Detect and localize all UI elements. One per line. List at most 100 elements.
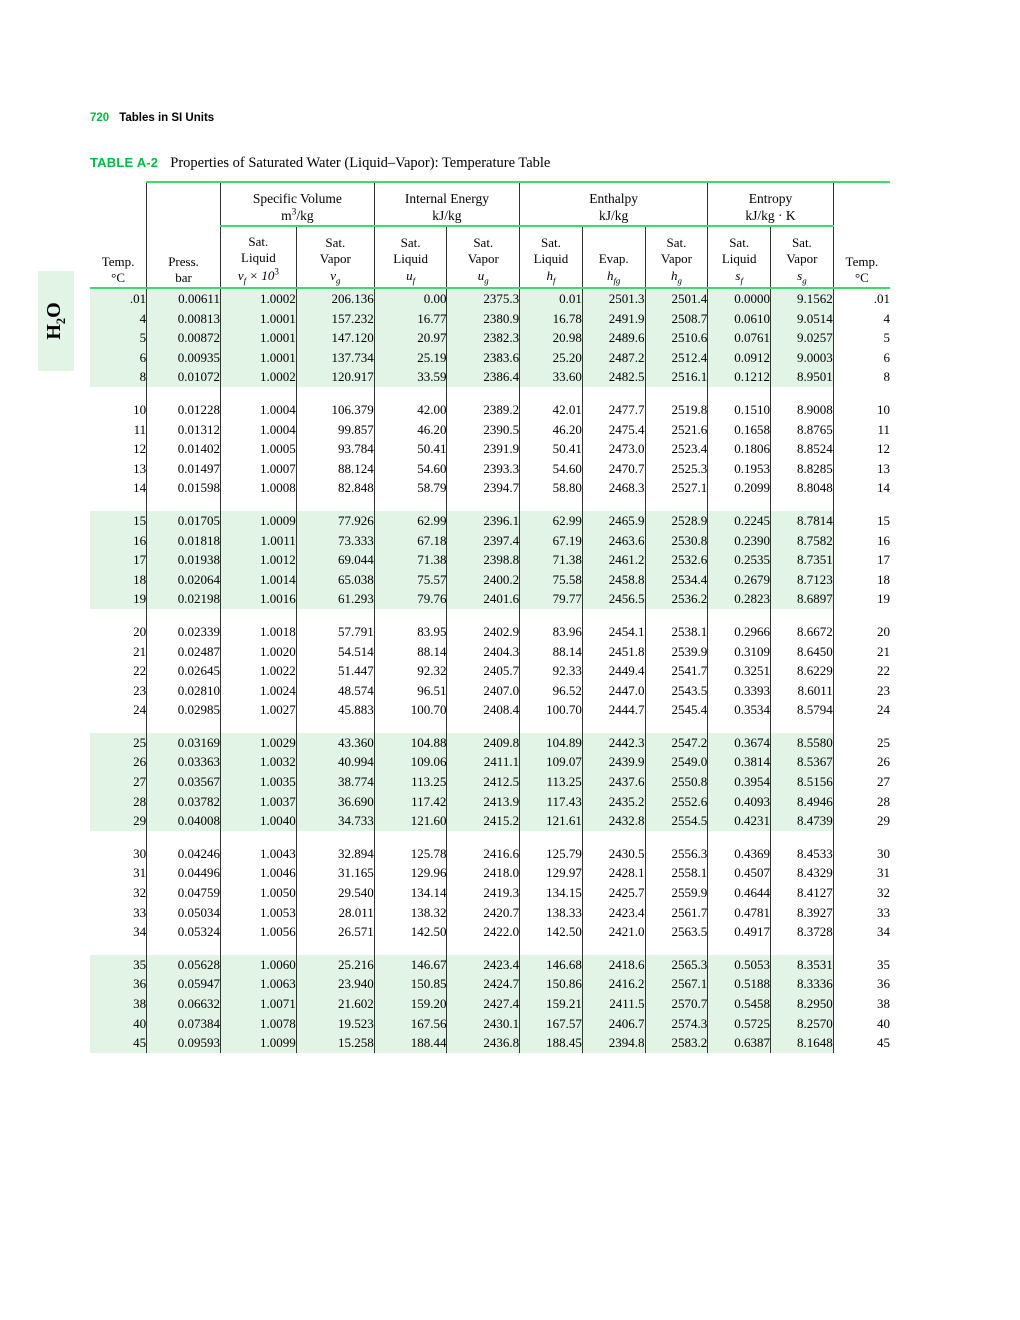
cell-hfg: 2435.2	[581, 791, 646, 812]
cell-vf: 1.0001	[219, 308, 297, 329]
cell-hf: 96.52	[519, 680, 583, 701]
cell-hg: 2530.8	[644, 530, 708, 551]
cell-vg: 40.994	[295, 752, 375, 773]
cell-ug: 2382.3	[446, 328, 520, 348]
cell-temp_r: 11	[832, 419, 890, 440]
table-row: 30 0.04246 1.0043 32.894 125.78 2416.6 125.79 2…	[90, 843, 890, 864]
cell-vg: 73.333	[295, 530, 375, 551]
col-header-press: Press. bar	[146, 226, 221, 289]
cell-sf: 0.3674	[707, 732, 771, 753]
col-header-vg-l1: Sat.	[325, 234, 346, 250]
table-row: 18 0.02064 1.0014 65.038 75.57 2400.2 75.58 245…	[90, 569, 890, 590]
cell-hg: 2554.5	[644, 811, 708, 831]
cell-temp_r: 6	[832, 347, 890, 368]
cell-hfg: 2489.6	[581, 328, 646, 348]
cell-ug: 2394.7	[446, 478, 520, 498]
cell-hfg: 2458.8	[581, 569, 646, 590]
cell-hfg: 2437.6	[581, 772, 646, 792]
cell-temp_l: 36	[90, 974, 147, 994]
cell-sf: 0.1953	[707, 458, 771, 479]
group-spacer	[90, 941, 890, 955]
cell-hfg: 2454.1	[581, 621, 646, 642]
cell-temp_r: .01	[832, 288, 890, 309]
cell-vg: 69.044	[295, 550, 375, 570]
col-header-temp-left-l2: °C	[111, 270, 125, 286]
cell-temp_l: 5	[90, 328, 147, 348]
table-row: 28 0.03782 1.0037 36.690 117.42 2413.9 117.43 2…	[90, 791, 890, 812]
cell-sg: 8.2950	[770, 994, 834, 1014]
table-head: Specific Volume m3/kg Internal Energy kJ…	[90, 181, 890, 289]
cell-ug: 2386.4	[446, 367, 520, 387]
cell-temp_l: 45	[90, 1033, 147, 1053]
group-header-internal-energy-name: Internal Energy	[404, 191, 489, 207]
cell-hg: 2516.1	[644, 367, 708, 387]
table-row: 38 0.06632 1.0071 21.602 159.20 2427.4 159.21 2…	[90, 994, 890, 1014]
cell-temp_l: 35	[90, 954, 147, 975]
cell-uf: 142.50	[373, 922, 447, 942]
cell-temp_l: 31	[133, 865, 147, 881]
cell-temp_r: 29	[832, 811, 890, 831]
cell-temp_r: 8	[832, 367, 890, 387]
table-row: 34 0.05324 1.0056 26.571 142.50 2422.0 142.50 2…	[90, 922, 890, 942]
group-header-entropy-name: Entropy	[748, 191, 793, 207]
cell-vg: 106.379	[295, 399, 375, 420]
saturated-water-temperature-table: Specific Volume m3/kg Internal Energy kJ…	[90, 181, 890, 1053]
cell-vg: 34.733	[295, 811, 375, 831]
cell-ug: 2407.0	[446, 680, 520, 701]
cell-hg: 2550.8	[644, 772, 708, 792]
cell-vg: 32.894	[295, 843, 375, 864]
cell-hg: 2510.6	[644, 328, 708, 348]
cell-vf: 1.0016	[219, 589, 297, 609]
cell-vf: 1.0056	[219, 922, 297, 942]
cell-sg: 9.0514	[770, 308, 834, 329]
cell-hfg: 2418.6	[581, 954, 646, 975]
table-row: 17 0.01938 1.0012 69.044 71.38 2398.8 71.38 246…	[90, 550, 890, 570]
cell-hfg: 2501.3	[581, 288, 646, 309]
cell-vf: 1.0040	[219, 811, 297, 831]
cell-temp_l: 30	[133, 845, 147, 861]
cell-ug: 2390.5	[446, 419, 520, 440]
table-row: 31 0.04496 1.0046 31.165 129.96 2418.0 129.97 2…	[90, 863, 890, 884]
cell-press: 0.05947	[146, 974, 221, 994]
col-header-vf-l2: Liquid	[241, 250, 276, 266]
col-header-hfg-symbol: hfg	[606, 268, 621, 286]
cell-sg: 8.5367	[770, 752, 834, 773]
cell-press: 0.03363	[146, 752, 221, 773]
cell-press: 0.01818	[146, 530, 221, 551]
cell-sf: 0.2099	[707, 478, 771, 498]
cell-ug: 2404.3	[446, 641, 520, 662]
cell-uf: 159.20	[373, 994, 447, 1014]
cell-temp_r: 18	[832, 569, 890, 590]
cell-uf: 167.56	[373, 1013, 447, 1034]
cell-uf: 113.25	[373, 772, 447, 792]
cell-hg: 2583.2	[644, 1033, 708, 1053]
cell-vf: 1.0012	[219, 550, 297, 570]
group-header-enthalpy-name: Enthalpy	[589, 191, 639, 207]
col-header-hg-l2: Vapor	[660, 251, 692, 267]
cell-sg: 8.3927	[770, 902, 834, 923]
cell-hfg: 2468.3	[581, 478, 646, 498]
cell-hfg: 2465.9	[581, 510, 646, 531]
cell-ug: 2400.2	[446, 569, 520, 590]
cell-sg: 8.4533	[770, 843, 834, 864]
cell-vg: 206.136	[295, 288, 375, 309]
cell-sf: 0.2535	[707, 550, 771, 570]
cell-vg: 43.360	[295, 732, 375, 753]
cell-hfg: 2473.0	[581, 439, 646, 459]
group-header-internal-energy-units: kJ/kg	[432, 208, 462, 224]
cell-hfg: 2487.2	[581, 347, 646, 368]
cell-sf: 0.3393	[707, 680, 771, 701]
cell-vf: 1.0011	[219, 530, 297, 551]
cell-uf: 62.99	[373, 510, 447, 531]
cell-uf: 134.14	[373, 883, 447, 903]
cell-hg: 2508.7	[644, 308, 708, 329]
cell-press: 0.06632	[146, 994, 221, 1014]
cell-vg: 25.216	[295, 954, 375, 975]
col-header-sf-l1: Sat.	[729, 234, 750, 250]
cell-sf: 0.4781	[707, 902, 771, 923]
cell-hg: 2567.1	[644, 974, 708, 994]
cell-hf: 92.33	[519, 661, 583, 681]
cell-vf: 1.0022	[219, 661, 297, 681]
cell-hf: 75.58	[519, 569, 583, 590]
col-header-vf: Sat. Liquid vf × 103	[219, 226, 297, 289]
